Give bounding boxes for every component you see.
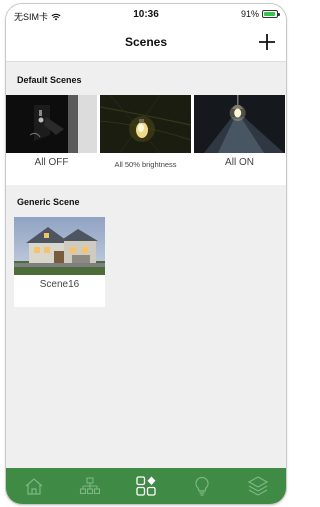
scene-label: All ON [225,157,254,168]
house-image [14,217,105,275]
scene-label: All 50% brightness [114,160,177,169]
network-icon [79,477,101,495]
tab-layers[interactable] [238,468,278,504]
generic-scenes-header: Generic Scene [17,197,80,207]
plus-icon [259,34,275,50]
all-50-image [99,94,192,154]
battery-percent: 91% [240,9,259,19]
add-scene-button[interactable] [256,31,278,53]
tab-network[interactable] [70,468,110,504]
layers-icon [247,476,269,496]
battery-fill [264,12,275,16]
status-right: 91% [240,9,280,19]
all-on-image [194,95,285,153]
lightbulb-icon [195,476,209,496]
tab-home[interactable] [14,468,54,504]
scene-label: All OFF [34,157,69,168]
default-scenes-header: Default Scenes [17,75,82,85]
nav-bar: Scenes [6,24,286,62]
default-scenes-row: All OFF All 50% brightness All ON [6,94,286,185]
status-bar: 无SIM卡 10:36 91% [6,4,286,24]
generic-scenes-row: Scene16 [14,217,105,307]
scene-label: Scene16 [39,279,80,290]
scene-tile-all-off[interactable]: All OFF [6,95,97,185]
phone-screen: 无SIM卡 10:36 91% Scenes Default Scenes Al… [6,4,286,504]
page-title: Scenes [124,35,168,49]
all-off-image [6,95,97,153]
scene-tile-all-50[interactable]: All 50% brightness [99,94,192,185]
scene-tile-scene16[interactable]: Scene16 [14,217,105,307]
tab-lights[interactable] [182,468,222,504]
scenes-icon [136,476,156,496]
tab-scenes[interactable] [126,468,166,504]
scene-tile-all-on[interactable]: All ON [194,95,285,185]
tab-bar [6,468,286,504]
battery-icon [262,10,280,18]
home-icon [25,478,43,495]
